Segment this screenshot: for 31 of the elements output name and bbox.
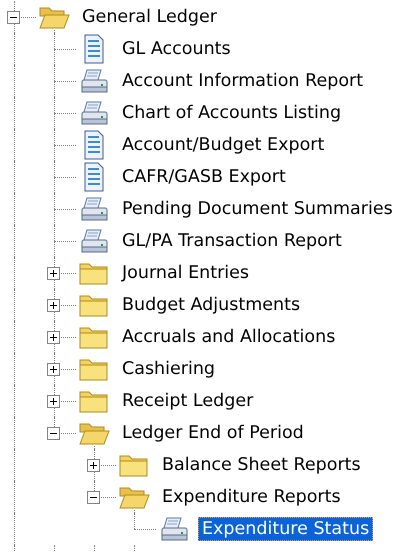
tree-item[interactable]: GL/PA Transaction Report: [118, 229, 346, 253]
tree-item[interactable]: Expenditure Reports: [158, 485, 345, 509]
tree-item[interactable]: Expenditure Status: [198, 517, 374, 541]
tree-item[interactable]: Accruals and Allocations: [118, 325, 340, 349]
expand-icon[interactable]: [47, 298, 60, 312]
expand-icon[interactable]: [47, 362, 60, 376]
tree-item[interactable]: Receipt Ledger: [118, 389, 258, 413]
printer-icon: [79, 228, 109, 254]
tree-item[interactable]: Journal Entries: [118, 261, 254, 285]
tree-item[interactable]: Cashiering: [118, 357, 220, 381]
expand-icon[interactable]: [87, 458, 100, 472]
tree-item[interactable]: Account/Budget Export: [118, 133, 328, 157]
expand-icon[interactable]: [47, 266, 60, 280]
tree-item[interactable]: Chart of Accounts Listing: [118, 101, 346, 125]
tree-item[interactable]: Balance Sheet Reports: [158, 453, 365, 477]
tree-item[interactable]: Pending Document Summaries: [118, 197, 397, 221]
expand-icon[interactable]: [47, 394, 60, 408]
collapse-icon[interactable]: [47, 426, 60, 440]
collapse-icon[interactable]: [87, 490, 100, 504]
printer-icon: [79, 68, 109, 94]
tree-item[interactable]: GL Accounts: [118, 37, 235, 61]
printer-icon: [79, 100, 109, 126]
expand-icon[interactable]: [47, 330, 60, 344]
collapse-icon[interactable]: [7, 10, 20, 24]
tree-item[interactable]: Budget Adjustments: [118, 293, 304, 317]
printer-icon: [159, 516, 189, 542]
tree-item[interactable]: Ledger End of Period: [118, 421, 308, 445]
tree-item[interactable]: General Ledger: [78, 5, 221, 29]
printer-icon: [79, 196, 109, 222]
tree-item[interactable]: CAFR/GASB Export: [118, 165, 290, 189]
tree-item[interactable]: Account Information Report: [118, 69, 368, 93]
